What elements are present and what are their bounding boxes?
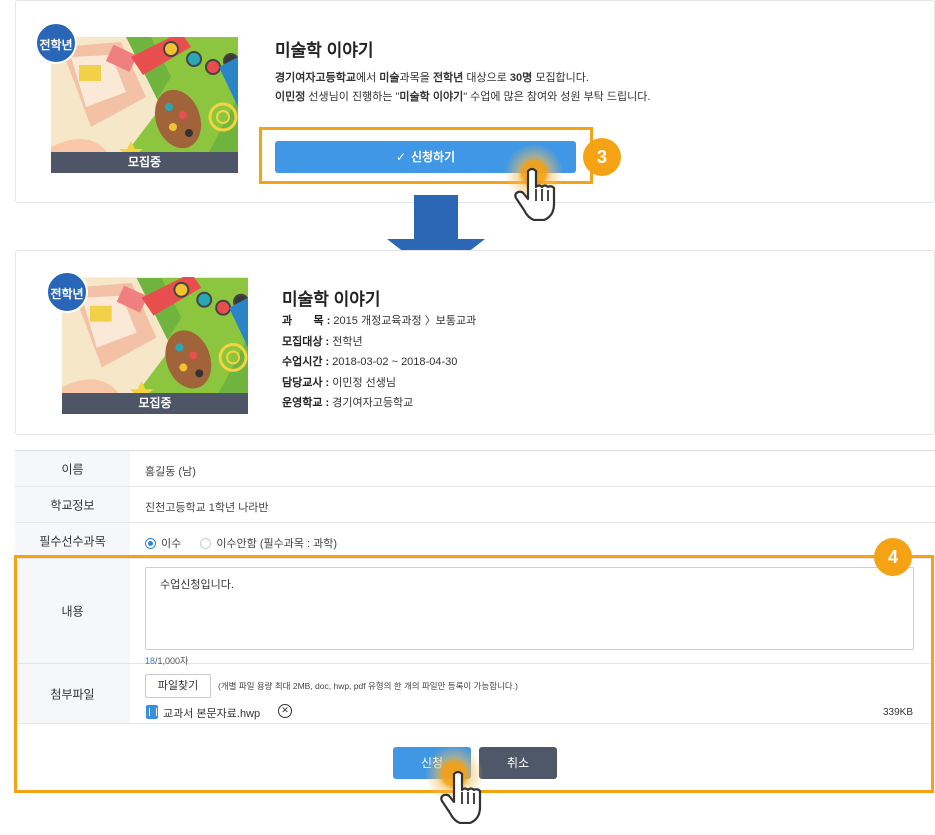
form-row-name: 이름 홍길동 (남) [15,451,935,487]
name-value: 홍길동 (남) [145,466,196,478]
grade-badge: 전학년 [35,22,77,64]
name-label: 이름 [15,451,130,486]
detail-recruit-status: 모집중 [62,393,248,414]
form-row-required: 필수선수과목 이수 이수안함 (필수과목 : 과학) [15,523,935,559]
desc-school: 경기여자고등학교 [275,72,356,84]
school-label: 학교정보 [15,487,130,522]
course-detail-thumbnail: 모집중 [62,277,248,414]
step3-number-badge: 3 [583,138,621,176]
required-options: 이수 이수안함 (필수과목 : 과학) [145,535,337,551]
detail-course-title: 미술학 이야기 [282,290,381,309]
cancel-button[interactable]: 취소 [479,747,557,779]
step4-number-badge: 4 [874,538,912,576]
school-value: 진천고등학교 1학년 나라반 [145,502,269,514]
down-arrow-icon [414,195,458,240]
meta-target: 모집대상 : 전학년 [282,335,363,348]
desc-teacher: 이민정 [275,91,306,103]
recruit-status: 모집중 [51,152,238,173]
meta-period: 수업시간 : 2018-03-02 ~ 2018-04-30 [282,356,458,368]
meta-teacher: 담당교사 : 이민정 선생님 [282,376,397,389]
check-icon: ✓ [395,150,406,164]
course-thumbnail: 모집중 [51,37,238,173]
meta-school: 운영학교 : 경기여자고등학교 [282,397,414,409]
required-label: 필수선수과목 [15,523,130,558]
radio-not-done-icon [200,538,212,549]
radio-done-icon [145,538,156,549]
submit-hand-pointer-icon [440,770,482,824]
radio-done[interactable]: 이수 [145,538,181,550]
course-description: 경기여자고등학교에서 미술과목을 전학년 대상으로 30명 모집합니다. 이민정… [275,72,651,103]
radio-not-done[interactable]: 이수안함 (필수과목 : 과학) [200,538,337,550]
detail-grade-badge: 전학년 [46,271,88,313]
hand-pointer-icon [514,167,556,221]
course-title: 미술학 이야기 [275,41,374,60]
course-meta-list: 과 목 : 2015 개정교육과정 〉보통교과 모집대상 : 전학년 수업시간 … [282,311,476,414]
form-row-school: 학교정보 진천고등학교 1학년 나라반 [15,487,935,523]
meta-subject: 과 목 : 2015 개정교육과정 〉보통교과 [282,315,477,327]
